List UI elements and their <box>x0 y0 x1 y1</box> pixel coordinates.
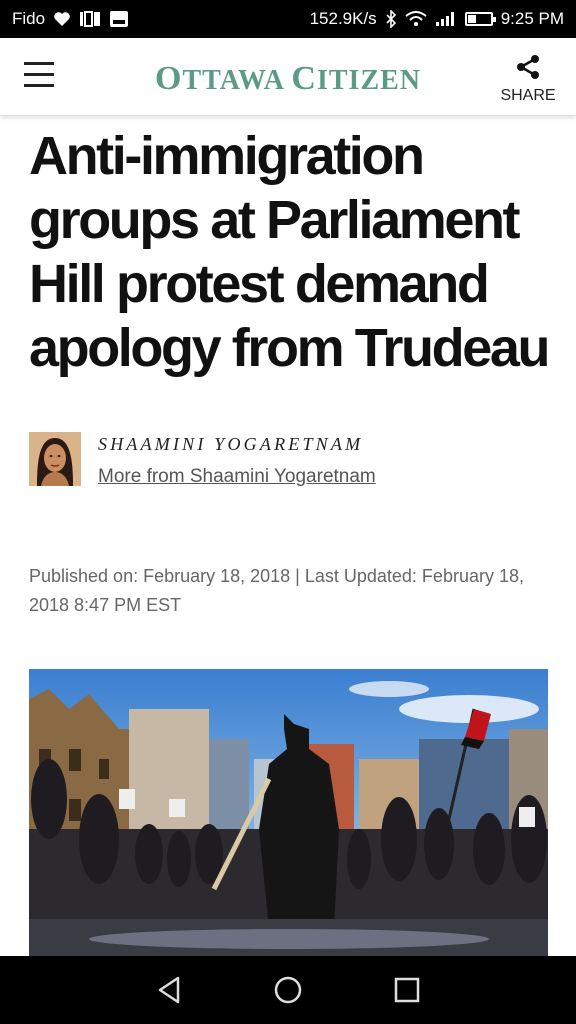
heart-icon <box>53 11 71 27</box>
published-date: Published on: February 18, 2018 | Last U… <box>29 566 524 615</box>
home-icon[interactable] <box>268 970 308 1010</box>
image-notification-icon <box>109 10 129 28</box>
back-icon[interactable] <box>149 970 189 1010</box>
recents-icon[interactable] <box>387 970 427 1010</box>
battery-icon <box>464 12 496 26</box>
article-photo[interactable] <box>29 669 548 959</box>
bluetooth-icon <box>385 10 397 28</box>
wifi-icon <box>405 11 427 27</box>
status-bar: Fido 152.9K/s 9:25 PM <box>0 0 576 38</box>
brand-word-ottawa: TTAWA <box>182 65 292 96</box>
signal-icon <box>435 11 457 27</box>
network-speed: 152.9K/s <box>309 9 377 28</box>
share-label: SHARE <box>500 87 556 104</box>
author-name: SHAAMINI YOGARETNAM <box>98 434 364 454</box>
share-button[interactable]: SHARE <box>498 54 558 105</box>
carrier-label: Fido <box>12 9 46 28</box>
system-nav-bar <box>0 956 576 1024</box>
app-notification-icon <box>79 10 101 28</box>
author-avatar[interactable] <box>29 432 81 486</box>
brand-letter-c: C <box>291 60 317 97</box>
author-block: SHAAMINI YOGARETNAM More from Shaamini Y… <box>29 432 549 492</box>
share-icon <box>515 55 541 84</box>
more-from-author-link[interactable]: More from Shaamini Yogaretnam <box>98 466 376 488</box>
clock: 9:25 PM <box>500 9 564 28</box>
brand-letter-o: O <box>154 60 183 97</box>
brand-logo[interactable]: OTTAWA CITIZEN <box>0 60 576 98</box>
brand-word-citizen: ITIZEN <box>316 65 422 96</box>
article-headline: Anti-immigration groups at Parliament Hi… <box>29 126 550 378</box>
app-header: OTTAWA CITIZEN SHARE <box>0 38 576 116</box>
